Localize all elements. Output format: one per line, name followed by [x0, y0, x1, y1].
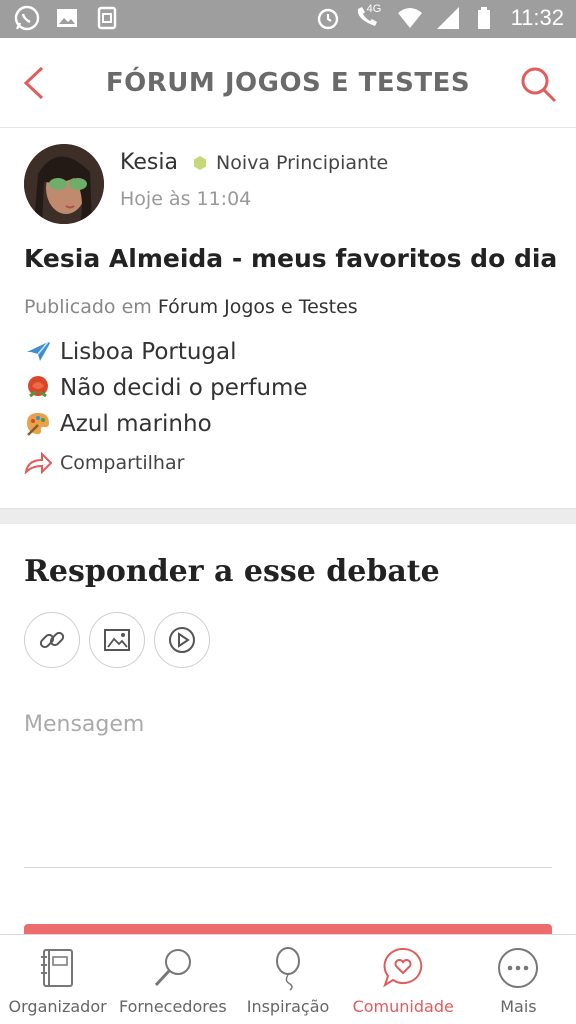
call-4g-icon: 4G [353, 3, 385, 31]
author-rank: Noiva Principiante [192, 152, 388, 174]
post-line: Não decidi o perfume [24, 370, 308, 406]
tab-fornecedores[interactable]: Fornecedores [115, 935, 230, 1024]
whatsapp-icon [14, 5, 40, 31]
palette-icon [27, 413, 49, 436]
airplane-icon [27, 341, 50, 361]
bottom-tab-bar: Organizador Fornecedores Inspiração Comu… [0, 934, 576, 1024]
avatar[interactable] [24, 144, 104, 224]
alarm-icon [317, 8, 338, 30]
chevron-left-icon[interactable] [16, 62, 52, 104]
status-bar: 4G 11:32 [0, 0, 576, 38]
gallery-icon [57, 9, 77, 27]
reply-title: Responder a esse debate [24, 554, 440, 589]
post-line: Azul marinho [24, 406, 308, 442]
tab-label: Organizador [8, 997, 107, 1016]
post-line-text: Azul marinho [60, 411, 212, 437]
author-name[interactable]: Kesia [120, 150, 178, 175]
insert-image-button[interactable] [89, 612, 145, 668]
rank-label: Noiva Principiante [216, 152, 389, 174]
share-button[interactable]: Compartilhar [24, 452, 184, 474]
post-body: Lisboa Portugal Não decidi o perfume Azu… [24, 334, 308, 442]
insert-video-button[interactable] [154, 612, 210, 668]
more-icon [498, 948, 539, 988]
top-app-bar: FÓRUM JOGOS E TESTES [0, 38, 576, 128]
share-label: Compartilhar [60, 452, 185, 474]
tab-label: Mais [500, 997, 537, 1016]
share-arrow-icon [24, 452, 52, 474]
tab-label: Fornecedores [118, 997, 227, 1016]
insert-link-button[interactable] [24, 612, 80, 668]
page-title: FÓRUM JOGOS E TESTES [105, 68, 471, 98]
post-line-text: Lisboa Portugal [60, 339, 237, 365]
forum-post: Kesia Noiva Principiante Hoje às 11:04 K… [0, 128, 576, 508]
tab-mais[interactable]: Mais [461, 935, 576, 1024]
tab-label: Comunidade [352, 997, 454, 1016]
link-icon [39, 631, 65, 649]
reply-tools [24, 612, 210, 668]
tab-inspiracao[interactable]: Inspiração [230, 935, 345, 1024]
signal-icon [436, 7, 459, 29]
reply-section: Responder a esse debate [0, 524, 576, 944]
network-label: 4G [366, 3, 382, 15]
post-timestamp: Hoje às 11:04 [120, 188, 252, 210]
rose-icon [28, 376, 48, 398]
balloon-icon [276, 947, 300, 991]
wifi-icon [397, 8, 422, 28]
hexagon-badge-icon [194, 156, 206, 170]
forum-link[interactable]: Fórum Jogos e Testes [158, 296, 358, 318]
section-divider [0, 508, 576, 524]
planner-icon [40, 949, 73, 987]
video-icon [169, 627, 195, 653]
published-in: Publicado em Fórum Jogos e Testes [24, 296, 358, 318]
post-line-text: Não decidi o perfume [60, 375, 308, 401]
battery-icon [477, 7, 490, 29]
post-line: Lisboa Portugal [24, 334, 308, 370]
sim-icon [97, 6, 117, 30]
tab-label: Inspiração [246, 997, 330, 1016]
tab-comunidade[interactable]: Comunidade [346, 935, 461, 1024]
chat-heart-icon [383, 947, 423, 988]
image-icon [104, 629, 130, 651]
magnifier-icon [154, 949, 191, 987]
post-title: Kesia Almeida - meus favoritos do dia c [24, 244, 564, 273]
search-icon[interactable] [518, 64, 558, 104]
tab-organizador[interactable]: Organizador [0, 935, 115, 1024]
status-time: 11:32 [510, 5, 564, 30]
message-input[interactable] [24, 712, 552, 868]
published-prefix: Publicado em [24, 296, 152, 318]
